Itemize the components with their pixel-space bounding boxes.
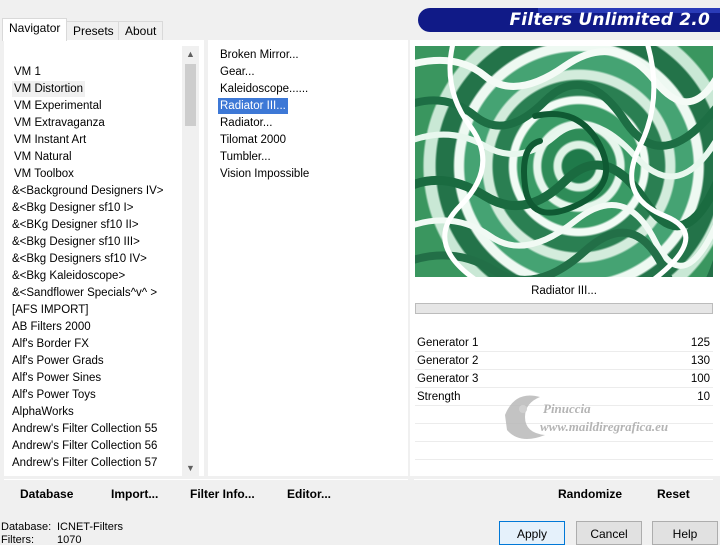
category-item[interactable]: Alf's Power Toys [10, 387, 98, 403]
parameter-label: Generator 1 [417, 337, 479, 349]
category-item[interactable]: VM Instant Art [12, 132, 88, 148]
category-item[interactable]: VM 1 [12, 64, 43, 80]
status-filters-value: 1070 [57, 534, 82, 545]
tab-about[interactable]: About [118, 21, 164, 41]
watermark-name: Pinuccia [543, 401, 591, 416]
category-item[interactable]: VM Toolbox [12, 166, 76, 182]
help-button[interactable]: Help [652, 521, 718, 545]
apply-button[interactable]: Apply [499, 521, 565, 545]
cancel-button[interactable]: Cancel [576, 521, 642, 545]
category-item[interactable]: &<Sandflower Specials^v^ > [10, 285, 159, 301]
watermark: Pinuccia www.maildiregrafica.eu [495, 385, 715, 445]
category-scrollbar[interactable]: ▲ ▼ [182, 46, 199, 476]
category-item[interactable]: VM Experimental [12, 98, 104, 114]
title-banner: Filters Unlimited 2.0 [418, 8, 720, 32]
category-item[interactable]: &<Bkg Designers sf10 IV> [10, 251, 149, 267]
category-item-selected[interactable]: VM Distortion [12, 81, 86, 97]
filter-item[interactable]: Vision Impossible [218, 166, 311, 182]
parameter-label: Generator 3 [417, 373, 479, 385]
filter-list[interactable]: Broken Mirror... Gear... Kaleidoscope...… [208, 40, 408, 476]
parameter-label: Generator 2 [417, 355, 479, 367]
parameter-value: 125 [690, 337, 710, 349]
category-item[interactable]: [AFS IMPORT] [10, 302, 90, 318]
reset-button[interactable]: Reset [657, 480, 690, 506]
category-item[interactable]: Alf's Power Sines [10, 370, 103, 386]
parameter-generator-2[interactable]: Generator 2 130 [415, 352, 713, 370]
watermark-logo-icon [505, 395, 545, 439]
category-item[interactable]: VM Natural [12, 149, 74, 165]
category-item[interactable]: Alf's Power Grads [10, 353, 106, 369]
category-item[interactable]: &<Background Designers IV> [10, 183, 166, 199]
scroll-down-arrow-icon[interactable]: ▼ [182, 460, 199, 476]
filter-item-selected[interactable]: Radiator III... [218, 98, 288, 114]
filter-info-button[interactable]: Filter Info... [190, 480, 255, 506]
filter-item[interactable]: Tilomat 2000 [218, 132, 288, 148]
category-item[interactable]: Andrew's Filter Collection 55 [10, 421, 159, 437]
scroll-up-arrow-icon[interactable]: ▲ [182, 46, 199, 62]
category-item[interactable]: Andrew's Filter Collection 57 [10, 455, 159, 471]
right-toolbar: Randomize Reset [414, 479, 713, 505]
filter-item[interactable]: Radiator... [218, 115, 274, 131]
category-item[interactable]: AlphaWorks [10, 404, 76, 420]
filter-item[interactable]: Gear... [218, 64, 257, 80]
category-item[interactable]: Alf's Border FX [10, 336, 91, 352]
category-item[interactable]: &<Bkg Kaleidoscope> [10, 268, 127, 284]
tab-presets[interactable]: Presets [66, 21, 121, 41]
randomize-button[interactable]: Randomize [558, 480, 622, 506]
status-database-label: Database: [1, 521, 52, 533]
status-database-value: ICNET-Filters [57, 521, 123, 533]
filter-item[interactable]: Kaleidoscope...... [218, 81, 310, 97]
watermark-url: www.maildiregrafica.eu [540, 419, 669, 434]
tab-navigator[interactable]: Navigator [2, 18, 68, 41]
category-item[interactable]: AB Filters 2000 [10, 319, 93, 335]
category-item[interactable]: &<Bkg Designer sf10 III> [10, 234, 142, 250]
import-button[interactable]: Import... [111, 480, 158, 506]
category-item[interactable]: VM Extravaganza [12, 115, 107, 131]
app-title: Filters Unlimited 2.0 [509, 10, 710, 30]
category-item[interactable]: &<Bkg Designer sf10 I> [10, 200, 135, 216]
category-list[interactable]: VM 1 VM Distortion VM Experimental VM Ex… [4, 40, 204, 476]
database-button[interactable]: Database [20, 480, 73, 506]
scroll-thumb[interactable] [185, 64, 196, 126]
parameter-label: Strength [417, 391, 461, 403]
progress-bar [415, 303, 713, 314]
status-filters-label: Filters: [1, 534, 34, 545]
filter-item[interactable]: Tumbler... [218, 149, 273, 165]
left-toolbar: Database Import... Filter Info... Editor… [4, 479, 408, 505]
parameter-value: 130 [690, 355, 710, 367]
parameter-generator-1[interactable]: Generator 1 125 [415, 334, 713, 352]
filter-item[interactable]: Broken Mirror... [218, 47, 301, 63]
category-item[interactable]: Andrew's Filter Collection 56 [10, 438, 159, 454]
category-item[interactable]: &<BKg Designer sf10 II> [10, 217, 141, 233]
preview-image [415, 46, 713, 277]
preview-filter-name: Radiator III... [531, 285, 597, 297]
editor-button[interactable]: Editor... [287, 480, 331, 506]
